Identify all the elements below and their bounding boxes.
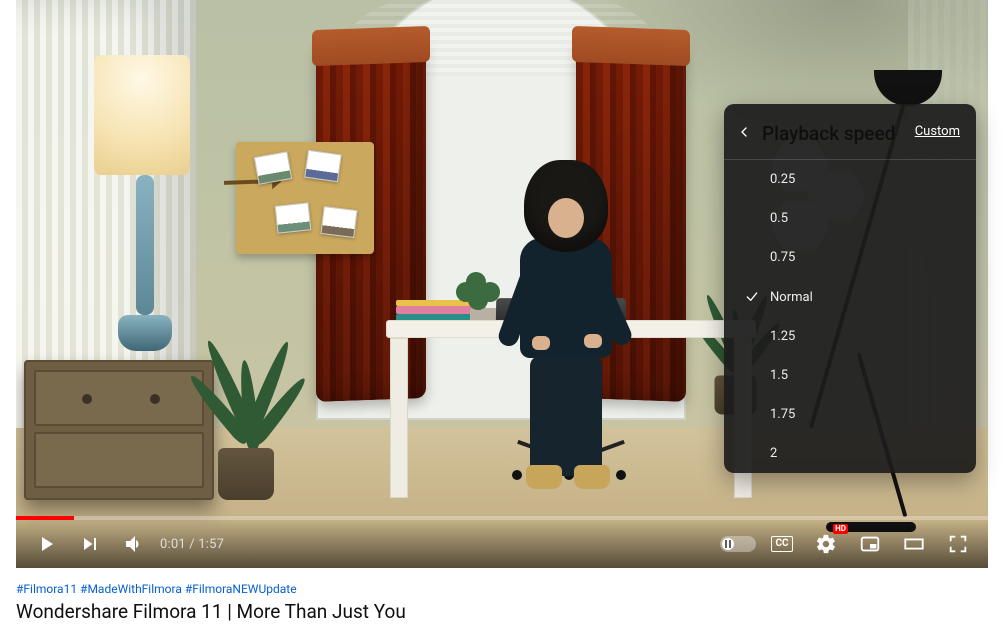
speed-option[interactable]: 1.5	[724, 356, 976, 395]
playback-speed-options: 0.25 0.5 0.75 Normal 1.25 1.5 1.75 2	[724, 160, 976, 473]
speed-option[interactable]: 0.75	[724, 238, 976, 277]
autoplay-toggle[interactable]	[720, 526, 756, 562]
volume-button[interactable]	[116, 526, 152, 562]
speed-option[interactable]: 1.75	[724, 395, 976, 434]
time-current: 0:01	[160, 537, 186, 552]
speed-option-label: 1.5	[770, 368, 788, 383]
playback-speed-title: Playback speed	[762, 122, 895, 145]
playback-speed-menu[interactable]: Playback speed Custom 0.25 0.5 0.75 Normal 1…	[724, 104, 976, 473]
below-player: #Filmora11 #MadeWithFilmora #FilmoraNEWU…	[16, 576, 989, 623]
chevron-left-icon[interactable]	[734, 122, 754, 142]
speed-option-label: 1.25	[770, 329, 795, 344]
hd-badge: HD	[833, 524, 848, 534]
fullscreen-button[interactable]	[940, 526, 976, 562]
playback-speed-header[interactable]: Playback speed Custom	[724, 104, 976, 160]
theater-mode-button[interactable]	[896, 526, 932, 562]
check-icon	[744, 289, 760, 305]
time-separator: /	[186, 537, 198, 552]
video-player[interactable]: Playback speed Custom 0.25 0.5 0.75 Normal 1…	[16, 0, 988, 568]
cc-icon: CC	[771, 536, 792, 552]
player-controls: 0:01 / 1:57 CC HD	[16, 520, 988, 568]
speed-option[interactable]: 0.25	[724, 160, 976, 199]
settings-button[interactable]: HD	[808, 526, 844, 562]
speed-option-label: 0.75	[770, 250, 795, 265]
speed-option-label: Normal	[770, 290, 813, 305]
speed-option-label: 0.5	[770, 211, 788, 226]
time-display: 0:01 / 1:57	[160, 537, 224, 552]
time-total: 1:57	[198, 537, 224, 552]
speed-option-label: 0.25	[770, 172, 795, 187]
speed-option[interactable]: 1.25	[724, 317, 976, 356]
video-hashtags[interactable]: #Filmora11 #MadeWithFilmora #FilmoraNEWU…	[16, 582, 989, 596]
speed-option-label: 1.75	[770, 407, 795, 422]
next-button[interactable]	[72, 526, 108, 562]
speed-option[interactable]: 2	[724, 434, 976, 473]
speed-option[interactable]: Normal	[724, 277, 976, 317]
play-button[interactable]	[28, 526, 64, 562]
speed-option-label: 2	[770, 446, 777, 461]
video-title: Wondershare Filmora 11 | More Than Just …	[16, 600, 989, 623]
miniplayer-button[interactable]	[852, 526, 888, 562]
speed-option[interactable]: 0.5	[724, 199, 976, 238]
playback-speed-custom-link[interactable]: Custom	[915, 124, 960, 139]
autoplay-pill	[720, 536, 756, 552]
captions-button[interactable]: CC	[764, 526, 800, 562]
